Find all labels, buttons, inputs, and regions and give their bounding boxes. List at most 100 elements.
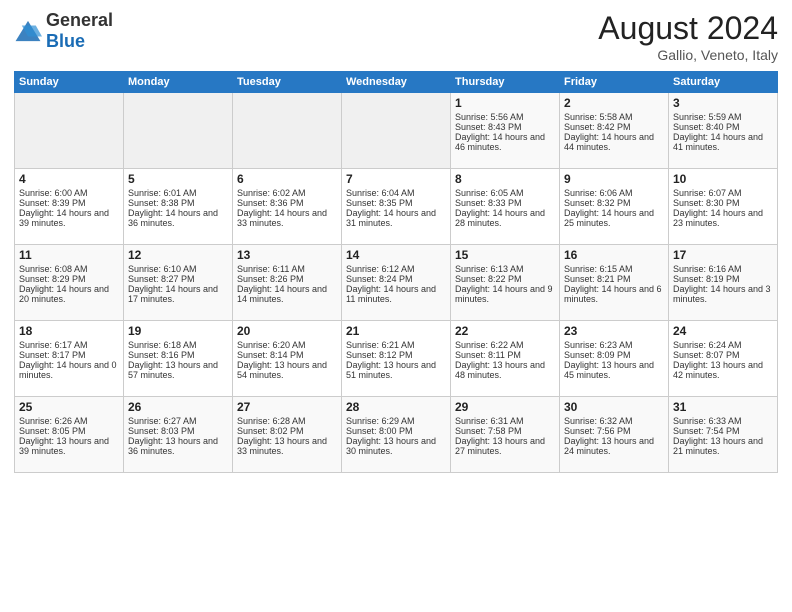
- cell-info: Sunset: 8:03 PM: [128, 426, 228, 436]
- cell-info: Sunrise: 6:17 AM: [19, 340, 119, 350]
- cell-info: Sunrise: 6:18 AM: [128, 340, 228, 350]
- cell-info: Daylight: 14 hours and 25 minutes.: [564, 208, 664, 228]
- calendar-cell: 26Sunrise: 6:27 AMSunset: 8:03 PMDayligh…: [124, 397, 233, 473]
- day-number: 15: [455, 248, 555, 262]
- cell-info: Sunset: 8:17 PM: [19, 350, 119, 360]
- cell-info: Sunset: 8:22 PM: [455, 274, 555, 284]
- calendar-cell: 19Sunrise: 6:18 AMSunset: 8:16 PMDayligh…: [124, 321, 233, 397]
- cell-info: Sunrise: 6:15 AM: [564, 264, 664, 274]
- location-subtitle: Gallio, Veneto, Italy: [598, 47, 778, 63]
- cell-info: Sunrise: 5:58 AM: [564, 112, 664, 122]
- cell-info: Sunset: 8:11 PM: [455, 350, 555, 360]
- calendar-cell: 6Sunrise: 6:02 AMSunset: 8:36 PMDaylight…: [233, 169, 342, 245]
- cell-info: Sunrise: 6:26 AM: [19, 416, 119, 426]
- cell-info: Sunrise: 5:56 AM: [455, 112, 555, 122]
- cell-info: Daylight: 13 hours and 51 minutes.: [346, 360, 446, 380]
- day-number: 10: [673, 172, 773, 186]
- header: General Blue August 2024 Gallio, Veneto,…: [14, 10, 778, 63]
- cell-info: Daylight: 14 hours and 23 minutes.: [673, 208, 773, 228]
- day-number: 30: [564, 400, 664, 414]
- cell-info: Daylight: 14 hours and 46 minutes.: [455, 132, 555, 152]
- calendar-cell: 11Sunrise: 6:08 AMSunset: 8:29 PMDayligh…: [15, 245, 124, 321]
- cell-info: Sunrise: 6:04 AM: [346, 188, 446, 198]
- calendar-cell: 31Sunrise: 6:33 AMSunset: 7:54 PMDayligh…: [669, 397, 778, 473]
- calendar-cell: 15 Sunrise: 6:13 AMSunset: 8:22 PMDayligh…: [451, 245, 560, 321]
- calendar-header-row: SundayMondayTuesdayWednesdayThursdayFrid…: [15, 72, 778, 93]
- cell-info: Sunrise: 6:10 AM: [128, 264, 228, 274]
- cell-info: Sunset: 8:40 PM: [673, 122, 773, 132]
- week-row-5: 25Sunrise: 6:26 AMSunset: 8:05 PMDayligh…: [15, 397, 778, 473]
- cell-info: Sunset: 8:29 PM: [19, 274, 119, 284]
- logo-blue: Blue: [46, 31, 85, 51]
- cell-info: Sunset: 8:35 PM: [346, 198, 446, 208]
- day-number: 27: [237, 400, 337, 414]
- cell-info: Daylight: 14 hours and 36 minutes.: [128, 208, 228, 228]
- cell-info: Daylight: 14 hours and 9 minutes.: [455, 284, 555, 304]
- title-block: August 2024 Gallio, Veneto, Italy: [598, 10, 778, 63]
- cell-info: Daylight: 14 hours and 3 minutes.: [673, 284, 773, 304]
- header-day-monday: Monday: [124, 72, 233, 93]
- header-day-sunday: Sunday: [15, 72, 124, 93]
- calendar-cell: 5 Sunrise: 6:01 AMSunset: 8:38 PMDaylight…: [124, 169, 233, 245]
- cell-info: Sunrise: 6:06 AM: [564, 188, 664, 198]
- cell-info: Daylight: 13 hours and 24 minutes.: [564, 436, 664, 456]
- cell-info: Sunset: 8:02 PM: [237, 426, 337, 436]
- cell-info: Sunrise: 6:24 AM: [673, 340, 773, 350]
- cell-info: Daylight: 13 hours and 33 minutes.: [237, 436, 337, 456]
- cell-info: Sunrise: 6:28 AM: [237, 416, 337, 426]
- cell-info: Sunrise: 6:01 AM: [128, 188, 228, 198]
- cell-info: Daylight: 14 hours and 17 minutes.: [128, 284, 228, 304]
- header-day-thursday: Thursday: [451, 72, 560, 93]
- cell-info: Daylight: 13 hours and 21 minutes.: [673, 436, 773, 456]
- day-number: 2: [564, 96, 664, 110]
- day-number: 14: [346, 248, 446, 262]
- cell-info: Sunset: 8:30 PM: [673, 198, 773, 208]
- calendar-cell: 8Sunrise: 6:05 AMSunset: 8:33 PMDaylight…: [451, 169, 560, 245]
- cell-info: Daylight: 14 hours and 39 minutes.: [19, 208, 119, 228]
- calendar-cell: 7Sunrise: 6:04 AMSunset: 8:35 PMDaylight…: [342, 169, 451, 245]
- cell-info: Sunset: 8:09 PM: [564, 350, 664, 360]
- day-number: 23: [564, 324, 664, 338]
- week-row-2: 4Sunrise: 6:00 AMSunset: 8:39 PMDaylight…: [15, 169, 778, 245]
- calendar-cell: [15, 93, 124, 169]
- day-number: 5: [128, 172, 228, 186]
- cell-info: Sunrise: 6:27 AM: [128, 416, 228, 426]
- cell-info: Sunrise: 6:31 AM: [455, 416, 555, 426]
- cell-info: Sunrise: 6:13 AM: [455, 264, 555, 274]
- calendar-cell: 9Sunrise: 6:06 AMSunset: 8:32 PMDaylight…: [560, 169, 669, 245]
- day-number: 20: [237, 324, 337, 338]
- cell-info: Sunset: 8:24 PM: [346, 274, 446, 284]
- calendar-cell: 21Sunrise: 6:21 AMSunset: 8:12 PMDayligh…: [342, 321, 451, 397]
- cell-info: Sunset: 8:05 PM: [19, 426, 119, 436]
- cell-info: Sunset: 8:38 PM: [128, 198, 228, 208]
- week-row-3: 11Sunrise: 6:08 AMSunset: 8:29 PMDayligh…: [15, 245, 778, 321]
- calendar-cell: 13Sunrise: 6:11 AMSunset: 8:26 PMDayligh…: [233, 245, 342, 321]
- cell-info: Daylight: 13 hours and 30 minutes.: [346, 436, 446, 456]
- calendar-cell: 25 Sunrise: 6:26 AMSunset: 8:05 PMDayligh…: [15, 397, 124, 473]
- calendar-cell: 2Sunrise: 5:58 AMSunset: 8:42 PMDaylight…: [560, 93, 669, 169]
- cell-info: Daylight: 13 hours and 57 minutes.: [128, 360, 228, 380]
- cell-info: Sunset: 8:33 PM: [455, 198, 555, 208]
- cell-info: Sunset: 8:12 PM: [346, 350, 446, 360]
- day-number: 26: [128, 400, 228, 414]
- cell-info: Daylight: 14 hours and 0 minutes.: [19, 360, 119, 380]
- cell-info: Sunset: 8:16 PM: [128, 350, 228, 360]
- day-number: 31: [673, 400, 773, 414]
- cell-info: Sunset: 7:56 PM: [564, 426, 664, 436]
- day-number: 6: [237, 172, 337, 186]
- day-number: 17: [673, 248, 773, 262]
- day-number: 25: [19, 400, 119, 414]
- logo-general: General: [46, 10, 113, 30]
- cell-info: Daylight: 13 hours and 45 minutes.: [564, 360, 664, 380]
- day-number: 21: [346, 324, 446, 338]
- cell-info: Daylight: 13 hours and 39 minutes.: [19, 436, 119, 456]
- cell-info: Sunrise: 6:29 AM: [346, 416, 446, 426]
- calendar-cell: 27 Sunrise: 6:28 AMSunset: 8:02 PMDayligh…: [233, 397, 342, 473]
- day-number: 16: [564, 248, 664, 262]
- cell-info: Daylight: 14 hours and 14 minutes.: [237, 284, 337, 304]
- calendar-cell: 28Sunrise: 6:29 AMSunset: 8:00 PMDayligh…: [342, 397, 451, 473]
- cell-info: Sunrise: 6:12 AM: [346, 264, 446, 274]
- day-number: 28: [346, 400, 446, 414]
- logo: General Blue: [14, 10, 113, 52]
- calendar-cell: 1Sunrise: 5:56 AMSunset: 8:43 PMDaylight…: [451, 93, 560, 169]
